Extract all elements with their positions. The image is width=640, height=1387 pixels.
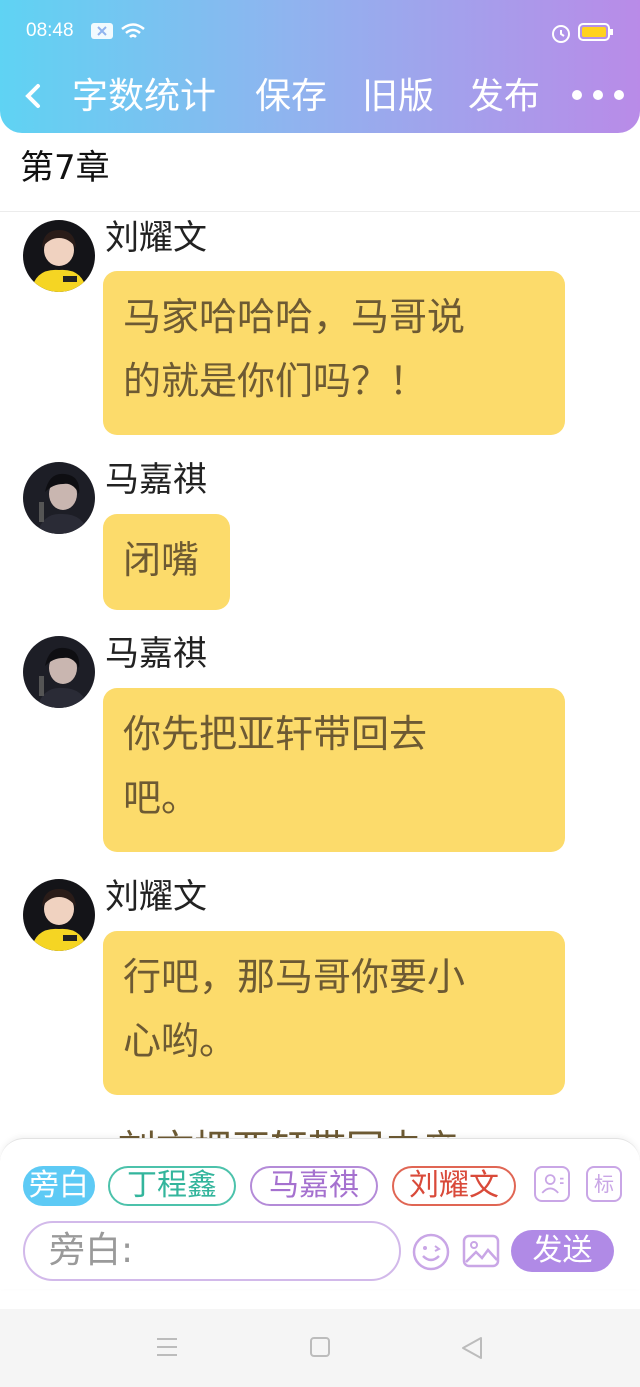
avatar-liu[interactable]	[23, 879, 95, 951]
system-nav-bar	[0, 1309, 640, 1387]
chapter-title[interactable]: 第7章	[20, 145, 110, 191]
more-icon[interactable]	[570, 80, 626, 110]
message-line: 吧。	[123, 776, 200, 820]
sender-name: 刘耀文	[105, 218, 207, 258]
message-line: 马家哈哈哈，马哥说	[123, 295, 466, 339]
nav-bar: 字数统计 保存 旧版 发布	[0, 70, 640, 126]
avatar-ma[interactable]	[23, 636, 95, 708]
send-button[interactable]: 发送	[511, 1230, 614, 1272]
role-chip-liu[interactable]: 刘耀文	[392, 1166, 516, 1206]
app-header: 08:48 字数统计 保存 旧版 发布	[0, 0, 640, 133]
message-line: 心哟。	[123, 1019, 238, 1063]
avatar-ma[interactable]	[23, 462, 95, 534]
old-version-button[interactable]: 旧版	[362, 72, 434, 122]
back-icon[interactable]	[18, 76, 48, 116]
role-chip-ma[interactable]: 马嘉祺	[250, 1166, 378, 1206]
message-line: 你先把亚轩带回去	[123, 712, 428, 756]
battery-icon	[578, 23, 613, 41]
status-time: 08:48	[26, 20, 74, 41]
message-line: 的就是你们吗？！	[123, 359, 428, 403]
alarm-icon	[552, 25, 570, 43]
message-bubble[interactable]: 马家哈哈哈，马哥说 的就是你们吗？！	[103, 271, 565, 435]
character-manage-icon[interactable]	[534, 1166, 570, 1202]
role-chip-ding[interactable]: 丁程鑫	[108, 1166, 236, 1206]
emoji-icon[interactable]	[411, 1232, 451, 1272]
menu-icon[interactable]	[155, 1336, 179, 1358]
message-input[interactable]: 旁白:	[23, 1221, 401, 1281]
sender-name: 刘耀文	[105, 877, 207, 917]
notification-icon	[91, 23, 113, 39]
message-line: 行吧，那马哥你要小	[123, 955, 466, 999]
message-bubble[interactable]: 行吧，那马哥你要小 心哟。	[103, 931, 565, 1095]
wifi-icon	[121, 23, 145, 38]
status-bar: 08:48	[0, 14, 640, 50]
word-count-button[interactable]: 字数统计	[72, 72, 216, 122]
message-bubble[interactable]: 闭嘴	[103, 514, 230, 610]
message-bubble[interactable]: 你先把亚轩带回去 吧。	[103, 688, 565, 852]
save-button[interactable]: 保存	[255, 72, 327, 122]
message-line: 闭嘴	[123, 538, 200, 582]
back-nav-icon[interactable]	[460, 1336, 484, 1360]
role-chip-narration[interactable]: 旁白	[23, 1166, 95, 1206]
avatar-liu[interactable]	[23, 220, 95, 292]
sender-name: 马嘉祺	[105, 460, 207, 500]
home-icon[interactable]	[309, 1336, 331, 1358]
sender-name: 马嘉祺	[105, 634, 207, 674]
image-icon[interactable]	[462, 1232, 500, 1270]
divider	[0, 211, 640, 212]
tag-icon[interactable]: 标	[586, 1166, 622, 1202]
publish-button[interactable]: 发布	[468, 72, 540, 122]
